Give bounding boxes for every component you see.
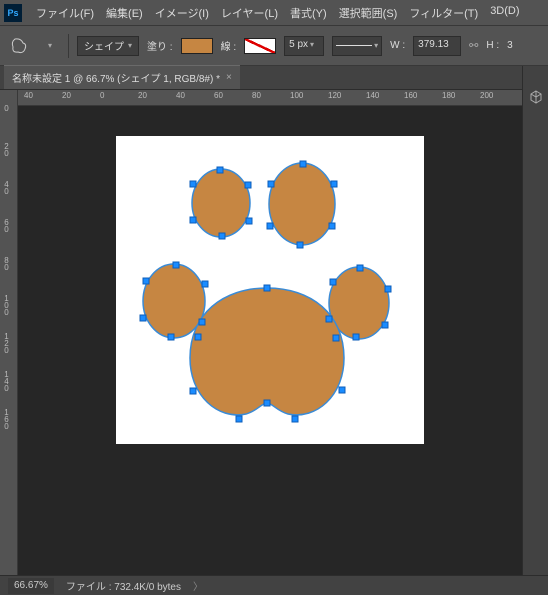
close-icon[interactable]: × <box>226 72 232 83</box>
anchor-point[interactable] <box>219 233 226 240</box>
anchor-point[interactable] <box>190 217 197 224</box>
shape-mode-dropdown[interactable]: シェイプ <box>77 36 139 56</box>
menubar: Ps ファイル(F)編集(E)イメージ(I)レイヤー(L)書式(Y)選択範囲(S… <box>0 0 548 26</box>
ruler-tick: 100 <box>2 294 11 315</box>
menu-item[interactable]: 書式(Y) <box>284 1 333 25</box>
menu-item[interactable]: 選択範囲(S) <box>333 1 404 25</box>
anchor-point[interactable] <box>333 335 340 342</box>
file-info: ファイル : 732.4K/0 bytes <box>66 578 181 593</box>
width-label: W : <box>390 40 405 51</box>
anchor-point[interactable] <box>190 388 197 395</box>
anchor-point[interactable] <box>300 161 307 168</box>
link-wh-icon[interactable]: ⚯ <box>469 39 478 52</box>
canvas-area[interactable]: 4020020406080100120140160180200 <box>18 90 522 575</box>
anchor-point[interactable] <box>267 223 274 230</box>
anchor-point[interactable] <box>245 182 252 189</box>
right-dock <box>522 66 548 575</box>
anchor-point[interactable] <box>385 286 392 293</box>
ruler-tick: 40 <box>2 180 11 194</box>
document-tab-bar: 名称未設定 1 @ 66.7% (シェイプ 1, RGB/8#) * × <box>0 66 548 90</box>
panel-3d-icon[interactable] <box>525 86 547 108</box>
shape-tool-icon[interactable] <box>8 35 30 57</box>
anchor-point[interactable] <box>292 416 299 423</box>
ruler-tick: 0 <box>100 91 104 100</box>
ruler-tick: 60 <box>2 218 11 232</box>
anchor-point[interactable] <box>339 387 346 394</box>
anchor-point[interactable] <box>195 334 202 341</box>
document-tab[interactable]: 名称未設定 1 @ 66.7% (シェイプ 1, RGB/8#) * × <box>4 65 240 89</box>
ruler-tick: 100 <box>290 91 303 100</box>
anchor-point[interactable] <box>357 265 364 272</box>
anchor-point[interactable] <box>190 181 197 188</box>
ruler-tick: 120 <box>328 91 341 100</box>
stroke-swatch[interactable] <box>244 38 276 54</box>
height-label: H : <box>486 40 499 51</box>
menu-item[interactable]: 編集(E) <box>100 1 149 25</box>
fill-label: 塗り : <box>147 38 173 53</box>
ruler-tick: 20 <box>62 91 71 100</box>
anchor-point[interactable] <box>330 279 337 286</box>
ruler-tick: 40 <box>24 91 33 100</box>
anchor-point[interactable] <box>199 319 206 326</box>
ruler-tick: 140 <box>366 91 379 100</box>
ruler-tick: 60 <box>214 91 223 100</box>
menu-item[interactable]: フィルター(T) <box>403 1 484 25</box>
anchor-point[interactable] <box>331 181 338 188</box>
canvas-viewport <box>18 106 522 575</box>
menu-item[interactable]: ファイル(F) <box>30 1 100 25</box>
anchor-point[interactable] <box>246 218 253 225</box>
height-value[interactable]: 3 <box>507 40 513 51</box>
ruler-tick: 0 <box>2 104 11 111</box>
ruler-tick: 20 <box>138 91 147 100</box>
anchor-point[interactable] <box>236 416 243 423</box>
anchor-point[interactable] <box>264 285 271 292</box>
options-bar: シェイプ 塗り : 線 : 5 px W : 379.13 ⚯ H : 3 <box>0 26 548 66</box>
anchor-point[interactable] <box>297 242 304 249</box>
menu-item[interactable]: レイヤー(L) <box>215 1 284 25</box>
status-bar: 66.67% ファイル : 732.4K/0 bytes 〉 <box>0 575 548 595</box>
workspace: 020406080100120140160 402002040608010012… <box>0 90 522 575</box>
menu-item[interactable]: 3D(D) <box>484 1 525 25</box>
fill-swatch[interactable] <box>181 38 213 54</box>
anchor-point[interactable] <box>168 334 175 341</box>
width-input[interactable]: 379.13 <box>413 36 461 56</box>
stroke-width-input[interactable]: 5 px <box>284 36 324 56</box>
artboard[interactable] <box>116 136 424 444</box>
ruler-tick: 160 <box>404 91 417 100</box>
zoom-level[interactable]: 66.67% <box>8 578 54 594</box>
anchor-point[interactable] <box>217 167 224 174</box>
anchor-point[interactable] <box>173 262 180 269</box>
ruler-tick: 80 <box>2 256 11 270</box>
anchor-point[interactable] <box>143 278 150 285</box>
separator <box>68 34 69 58</box>
anchor-point[interactable] <box>264 400 271 407</box>
ruler-tick: 20 <box>2 142 11 156</box>
photoshop-icon: Ps <box>4 4 22 22</box>
anchor-point[interactable] <box>329 223 336 230</box>
ruler-tick: 80 <box>252 91 261 100</box>
document-tab-title: 名称未設定 1 @ 66.7% (シェイプ 1, RGB/8#) * <box>12 70 220 85</box>
anchor-point[interactable] <box>268 181 275 188</box>
stroke-label: 線 : <box>221 38 237 53</box>
tool-dropdown-icon[interactable] <box>38 35 60 57</box>
ruler-tick: 40 <box>176 91 185 100</box>
anchor-point[interactable] <box>140 315 147 322</box>
anchor-point[interactable] <box>326 316 333 323</box>
ruler-tick: 180 <box>442 91 455 100</box>
vertical-ruler: 0 20 40 60 80 100 120 140 160 <box>0 90 18 575</box>
menu-item[interactable]: イメージ(I) <box>149 1 215 25</box>
horizontal-ruler: 4020020406080100120140160180200 <box>18 90 522 106</box>
ruler-tick: 200 <box>480 91 493 100</box>
ruler-tick: 160 <box>2 408 11 429</box>
ruler-tick: 120 <box>2 332 11 353</box>
anchor-point[interactable] <box>382 322 389 329</box>
ruler-tick: 140 <box>2 370 11 391</box>
anchor-point[interactable] <box>202 281 209 288</box>
stroke-style-dropdown[interactable] <box>332 36 382 56</box>
status-menu-icon[interactable]: 〉 <box>193 578 203 593</box>
anchor-point[interactable] <box>353 334 360 341</box>
